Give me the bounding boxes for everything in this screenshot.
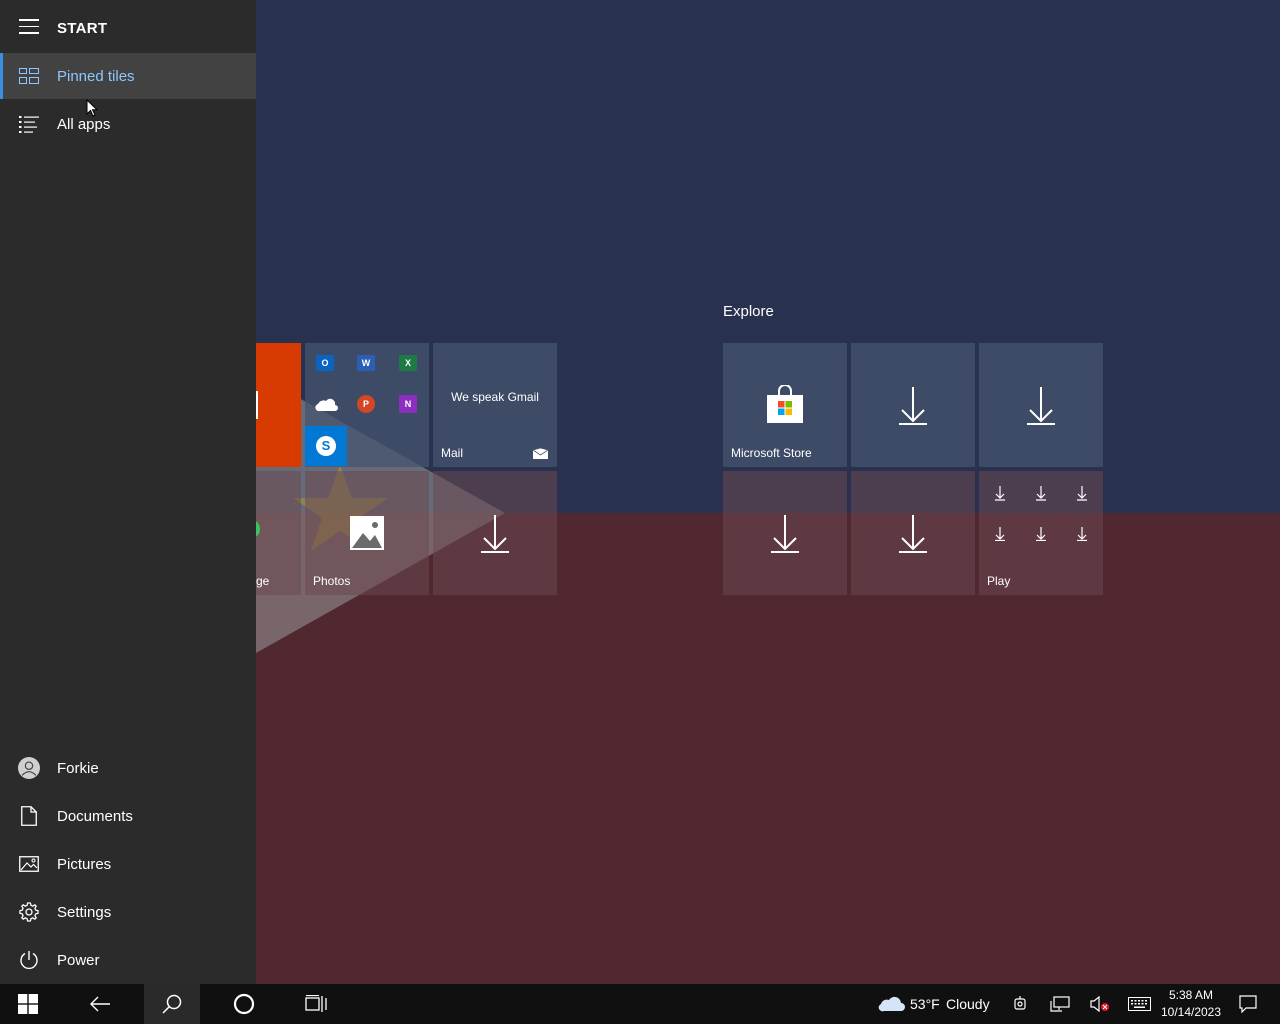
weather-temperature[interactable]: 53°F xyxy=(910,996,940,1012)
photos-tile[interactable]: Photos xyxy=(305,471,429,595)
microsoft-store-tile[interactable]: Microsoft Store xyxy=(723,343,847,467)
excel-icon: X xyxy=(399,355,417,371)
download-tile-4[interactable] xyxy=(723,471,847,595)
play-folder-download-icons xyxy=(995,486,1087,541)
power-icon xyxy=(18,949,40,971)
nav-all-apps[interactable]: All apps xyxy=(0,101,256,147)
download-arrow-icon xyxy=(851,471,975,595)
onenote-icon: N xyxy=(399,395,417,413)
onedrive-icon xyxy=(315,398,338,412)
pictures-button[interactable]: Pictures xyxy=(0,841,256,887)
explore-group-title[interactable]: Explore xyxy=(723,303,774,320)
store-bag-icon xyxy=(765,384,805,430)
user-name: Forkie xyxy=(57,759,99,777)
gear-icon xyxy=(18,901,40,923)
user-avatar-icon xyxy=(18,757,40,779)
download-tile-5[interactable] xyxy=(851,471,975,595)
microsoft-store-label: Microsoft Store xyxy=(731,446,812,460)
windows-logo-icon xyxy=(18,994,38,1014)
document-icon xyxy=(18,805,40,827)
documents-label: Documents xyxy=(57,807,133,825)
network-icon[interactable] xyxy=(1050,996,1070,1012)
start-title: START xyxy=(57,20,108,37)
meet-now-icon[interactable] xyxy=(1012,995,1028,1013)
nav-pinned-tiles[interactable]: Pinned tiles xyxy=(0,53,256,99)
search-icon xyxy=(162,994,182,1014)
powerpoint-icon: P xyxy=(357,395,375,413)
download-arrow-icon xyxy=(979,343,1103,467)
download-arrow-icon xyxy=(723,471,847,595)
mail-envelope-icon xyxy=(533,448,548,459)
clock-time: 5:38 AM xyxy=(1168,988,1214,1002)
cortana-circle-icon xyxy=(233,993,255,1015)
search-button[interactable] xyxy=(144,984,200,1024)
volume-muted-icon[interactable] xyxy=(1090,996,1110,1012)
pictures-label: Pictures xyxy=(57,855,112,873)
nav-pinned-tiles-label: Pinned tiles xyxy=(57,67,135,85)
task-view-button[interactable] xyxy=(288,984,344,1024)
weather-description[interactable]: Cloudy xyxy=(946,996,990,1012)
download-tile-3[interactable] xyxy=(979,343,1103,467)
cortana-button[interactable] xyxy=(216,984,272,1024)
nav-all-apps-label: All apps xyxy=(57,115,111,133)
mail-headline: We speak Gmail xyxy=(451,390,539,404)
touch-keyboard-icon[interactable] xyxy=(1128,997,1151,1011)
settings-button[interactable]: Settings xyxy=(0,889,256,935)
mail-label: Mail xyxy=(441,446,464,460)
mail-tile[interactable]: We speak Gmail Mail xyxy=(433,343,557,467)
download-arrow-icon xyxy=(433,471,557,595)
edge-tile[interactable]: ge xyxy=(256,471,301,595)
settings-label: Settings xyxy=(57,903,112,921)
office-tile[interactable] xyxy=(256,343,301,467)
list-icon xyxy=(18,113,40,135)
task-view-icon xyxy=(305,995,327,1012)
start-sidebar: START Pinned tiles All apps Forkie Docum… xyxy=(0,0,256,984)
power-button[interactable]: Power xyxy=(0,937,256,983)
hamburger-menu-icon[interactable] xyxy=(19,19,39,37)
mouse-cursor-icon xyxy=(86,99,98,117)
play-label: Play xyxy=(987,574,1011,588)
action-center-icon[interactable] xyxy=(1239,995,1257,1013)
photos-label: Photos xyxy=(313,574,351,588)
office-apps-folder-tile[interactable]: O W X P N S xyxy=(305,343,429,467)
back-arrow-icon xyxy=(90,996,110,1012)
system-clock[interactable]: 5:38 AM 10/14/2023 xyxy=(1158,987,1224,1021)
edge-icon xyxy=(256,521,260,537)
weather-cloud-icon[interactable] xyxy=(877,994,905,1012)
skype-icon: S xyxy=(305,426,347,466)
documents-button[interactable]: Documents xyxy=(0,793,256,839)
pictures-icon xyxy=(18,853,40,875)
outlook-icon: O xyxy=(316,355,334,371)
user-account[interactable]: Forkie xyxy=(0,745,256,791)
word-icon: W xyxy=(357,355,375,371)
back-button[interactable] xyxy=(72,984,128,1024)
start-button[interactable] xyxy=(0,984,56,1024)
clock-date: 10/14/2023 xyxy=(1160,1005,1222,1019)
play-folder-tile[interactable]: Play xyxy=(979,471,1103,595)
edge-label: ge xyxy=(256,574,270,588)
taskbar: 53°F Cloudy 5:38 AM 10/14/2023 xyxy=(0,984,1280,1024)
power-label: Power xyxy=(57,951,100,969)
start-header: START xyxy=(0,0,256,56)
download-tile-1[interactable] xyxy=(433,471,557,595)
pinned-tiles-icon xyxy=(18,65,40,87)
download-arrow-icon xyxy=(851,343,975,467)
download-tile-2[interactable] xyxy=(851,343,975,467)
